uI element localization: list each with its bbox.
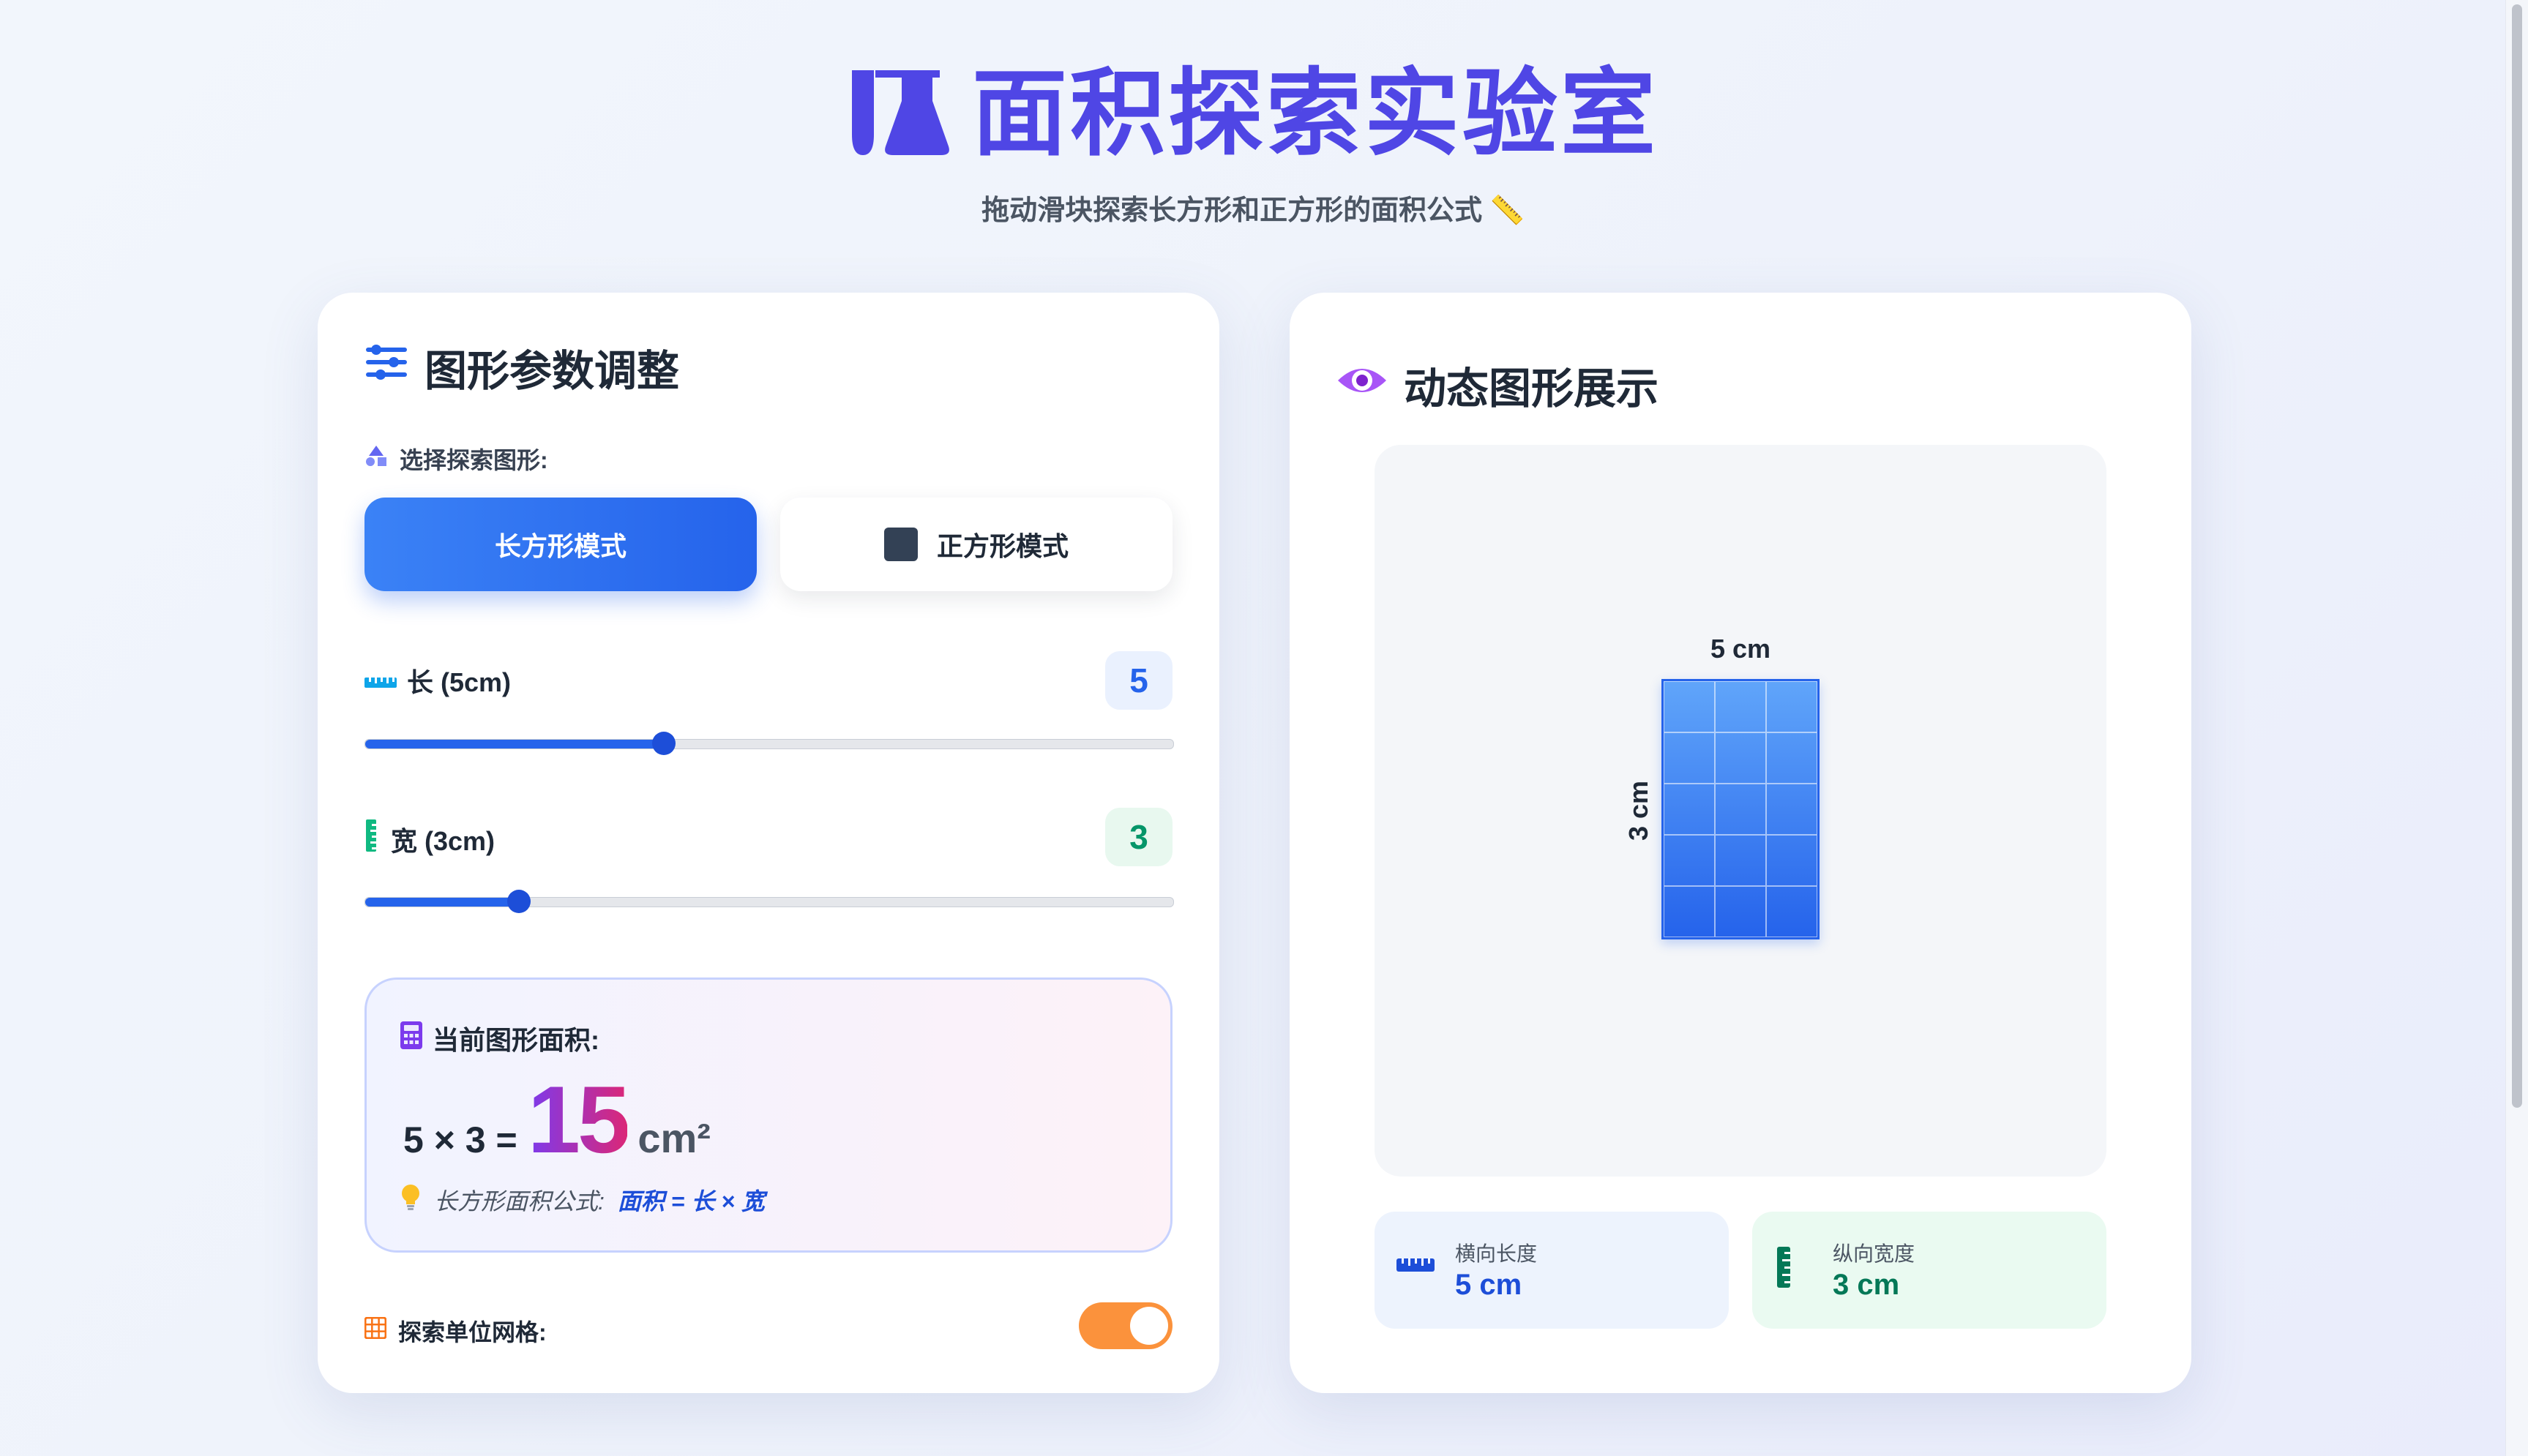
page-subtitle: 拖动滑块探索长方形和正方形的面积公式 📏 — [981, 195, 1525, 226]
controls-card: 图形参数调整 选择探索图形: 长方形模式 正方形模式 长 (5cm) 5 宽 (… — [318, 293, 1219, 1393]
grid-cell — [1664, 681, 1715, 732]
grid-cell — [1766, 784, 1817, 835]
calculator-icon — [400, 1021, 422, 1056]
side-dimension-label: 3 cm — [1623, 780, 1653, 841]
area-equation: 5 × 3 = 15 cm² — [403, 1065, 711, 1174]
ruler-horizontal-icon — [1396, 1253, 1435, 1277]
grid-cell — [1715, 835, 1766, 886]
lightbulb-icon — [400, 1184, 421, 1216]
grid-cell — [1766, 732, 1817, 784]
grid-cell — [1715, 784, 1766, 835]
grid-cell — [1715, 886, 1766, 937]
vertical-width-value: 3 cm — [1833, 1269, 1900, 1301]
grid-cell — [1664, 886, 1715, 937]
scrollbar-thumb[interactable] — [2512, 4, 2522, 1108]
sliders-icon — [364, 342, 408, 393]
grid-cell — [1766, 681, 1817, 732]
square-icon — [883, 528, 918, 561]
display-card: 动态图形展示 5 cm 3 cm 横向长度 5 cm 纵向宽度 3 cm — [1290, 293, 2191, 1393]
area-formula: 5 × 3 = — [403, 1119, 517, 1160]
vertical-width-info: 纵向宽度 3 cm — [1752, 1212, 2106, 1329]
top-dimension-label: 5 cm — [1710, 634, 1771, 664]
width-value-badge: 3 — [1105, 808, 1173, 866]
length-label: 长 (5cm) — [364, 661, 511, 699]
grid-cell — [1766, 835, 1817, 886]
controls-card-title: 图形参数调整 — [364, 337, 679, 398]
formula-hint: 长方形面积公式: 面积 = 长 × 宽 — [400, 1183, 765, 1217]
horizontal-length-value: 5 cm — [1455, 1269, 1522, 1301]
flask-icon — [848, 64, 950, 163]
grid-cell — [1715, 681, 1766, 732]
rectangle-shape — [1661, 679, 1820, 939]
grid-cell — [1766, 886, 1817, 937]
width-slider-thumb[interactable] — [506, 890, 531, 913]
grid-cell — [1664, 835, 1715, 886]
width-label: 宽 (3cm) — [364, 819, 495, 858]
grid-cell — [1664, 732, 1715, 784]
shape-stage: 5 cm 3 cm — [1375, 445, 2106, 1177]
length-value-badge: 5 — [1105, 651, 1173, 710]
length-slider-thumb[interactable] — [652, 732, 676, 755]
grid-cell — [1715, 732, 1766, 784]
grid-toggle-knob — [1130, 1307, 1168, 1345]
eye-icon — [1336, 361, 1388, 410]
ruler-horizontal-icon — [364, 665, 397, 696]
page-title: 面积探索实验室 — [971, 60, 1658, 167]
ruler-vertical-icon — [364, 819, 381, 858]
formula-text: 面积 = 长 × 宽 — [617, 1188, 765, 1215]
area-value: 15 — [527, 1066, 631, 1173]
width-slider[interactable] — [364, 890, 1174, 913]
area-result-box: 当前图形面积: 5 × 3 = 15 cm² 长方形面积公式: 面积 = 长 ×… — [364, 977, 1173, 1253]
area-title: 当前图形面积: — [400, 1019, 599, 1057]
square-mode-button[interactable]: 正方形模式 — [780, 498, 1173, 591]
page-scrollbar[interactable] — [2505, 0, 2528, 1456]
length-slider-fill — [365, 740, 665, 748]
horizontal-length-info: 横向长度 5 cm — [1375, 1212, 1729, 1329]
width-slider-fill — [365, 898, 519, 907]
grid-toggle-row: 探索单位网格: — [364, 1302, 1173, 1354]
page-header: 面积探索实验室 拖动滑块探索长方形和正方形的面积公式 📏 — [0, 59, 2506, 228]
shape-select-label: 选择探索图形: — [364, 442, 548, 476]
length-slider[interactable] — [364, 732, 1174, 755]
ruler-vertical-icon — [1776, 1247, 1796, 1291]
grid-icon — [364, 1316, 387, 1345]
rectangle-mode-button[interactable]: 长方形模式 — [364, 498, 757, 591]
grid-cell — [1664, 784, 1715, 835]
grid-toggle-label: 探索单位网格: — [364, 1314, 547, 1348]
vertical-width-label: 纵向宽度 — [1833, 1242, 1915, 1265]
horizontal-length-label: 横向长度 — [1455, 1242, 1538, 1265]
grid-toggle-switch[interactable] — [1079, 1302, 1173, 1349]
display-card-title: 动态图形展示 — [1336, 354, 1658, 416]
area-unit: cm² — [637, 1115, 711, 1161]
shapes-icon — [364, 444, 388, 473]
